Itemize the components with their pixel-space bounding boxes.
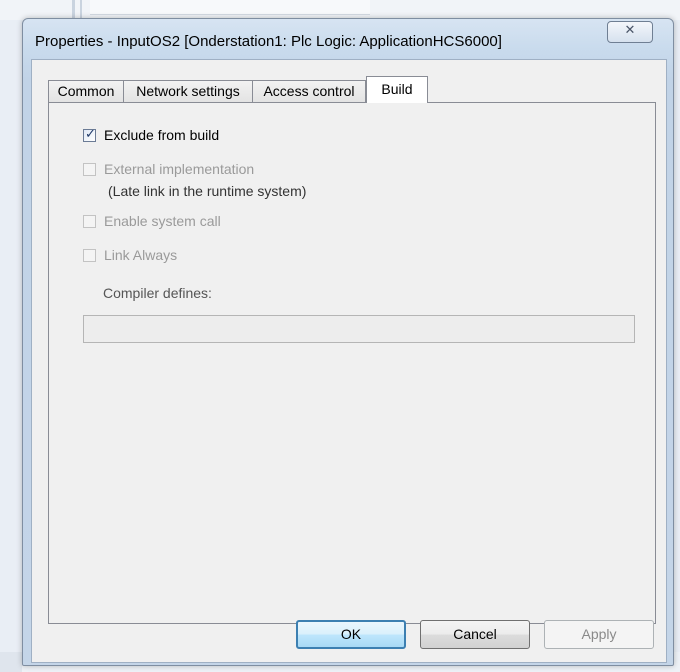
enable-system-call-label: Enable system call	[104, 213, 221, 229]
external-implementation-option[interactable]: External implementation	[83, 161, 254, 178]
background-divider	[72, 0, 75, 20]
ok-button[interactable]: OK	[296, 620, 406, 649]
build-tab-panel: ✓ Exclude from build External implementa…	[48, 102, 656, 624]
checkmark-icon: ✓	[85, 127, 96, 142]
close-icon: ✕	[624, 23, 636, 38]
external-implementation-label: External implementation	[104, 161, 255, 177]
background-app-chrome	[0, 0, 680, 20]
exclude-from-build-option[interactable]: ✓ Exclude from build	[83, 127, 219, 144]
properties-dialog: Properties - InputOS2 [Onderstation1: Pl…	[22, 18, 674, 666]
background-divider	[80, 0, 82, 20]
link-always-option[interactable]: Link Always	[83, 247, 177, 264]
tab-common[interactable]: Common	[48, 80, 124, 102]
enable-system-call-checkbox[interactable]	[83, 215, 96, 228]
exclude-from-build-label: Exclude from build	[104, 127, 220, 143]
external-implementation-checkbox[interactable]	[83, 163, 96, 176]
window-title: Properties - InputOS2 [Onderstation1: Pl…	[35, 33, 502, 50]
tab-access-control[interactable]: Access control	[252, 80, 366, 102]
external-implementation-sublabel: (Late link in the runtime system)	[108, 183, 307, 199]
title-bar[interactable]: Properties - InputOS2 [Onderstation1: Pl…	[23, 19, 673, 59]
link-always-label: Link Always	[104, 247, 178, 263]
enable-system-call-option[interactable]: Enable system call	[83, 213, 221, 230]
link-always-checkbox[interactable]	[83, 249, 96, 262]
close-button[interactable]: ✕	[607, 21, 653, 43]
exclude-from-build-checkbox[interactable]: ✓	[83, 127, 96, 142]
dialog-client-area: Common Network settings Access control B…	[31, 59, 667, 663]
compiler-defines-input[interactable]	[83, 315, 635, 343]
background-toolbar	[90, 0, 370, 15]
tab-network-settings[interactable]: Network settings	[123, 80, 253, 102]
apply-button[interactable]: Apply	[544, 620, 654, 649]
compiler-defines-label: Compiler defines:	[103, 285, 212, 301]
background-strip	[0, 652, 22, 672]
tab-build[interactable]: Build	[366, 76, 428, 103]
cancel-button[interactable]: Cancel	[420, 620, 530, 649]
